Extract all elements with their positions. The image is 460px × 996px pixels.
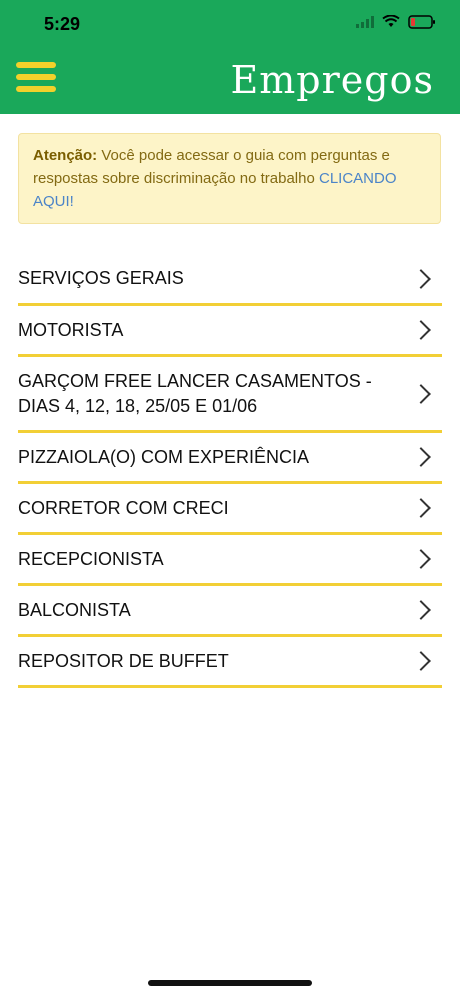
alert-bold-label: Atenção:	[33, 147, 98, 164]
hamburger-menu-icon[interactable]	[16, 62, 56, 96]
job-label: GARÇOM FREE LANCER CASAMENTOS - DIAS 4, …	[18, 370, 372, 416]
job-item[interactable]: REPOSITOR DE BUFFET	[18, 637, 442, 688]
job-label: MOTORISTA	[18, 319, 124, 340]
job-label: SERVIÇOS GERAIS	[18, 268, 184, 288]
status-icons	[356, 14, 436, 34]
wifi-icon	[382, 14, 400, 33]
chevron-right-icon	[411, 268, 431, 289]
job-label: CORRETOR COM CRECI	[18, 497, 229, 518]
chevron-right-icon	[411, 651, 431, 671]
chevron-right-icon	[411, 600, 431, 620]
discrimination-alert: Atenção: Você pode acessar o guia com pe…	[18, 133, 441, 224]
job-label: REPOSITOR DE BUFFET	[18, 650, 229, 671]
signal-icon	[356, 15, 374, 33]
status-time: 5:29	[44, 14, 81, 34]
job-item[interactable]: MOTORISTA	[18, 306, 442, 357]
chevron-right-icon	[411, 447, 431, 467]
chevron-right-icon	[411, 320, 431, 340]
job-item[interactable]: SERVIÇOS GERAIS	[18, 254, 442, 306]
page-title: Empregos	[230, 58, 434, 102]
job-item[interactable]: PIZZAIOLA(O) COM EXPERIÊNCIA	[18, 433, 442, 484]
chevron-right-icon	[411, 383, 431, 404]
jobs-list: SERVIÇOS GERAIS MOTORISTA GARÇOM FREE LA…	[18, 254, 442, 688]
app-header: Empregos	[0, 48, 460, 114]
job-label: PIZZAIOLA(O) COM EXPERIÊNCIA	[18, 446, 310, 467]
chevron-right-icon	[411, 498, 431, 518]
job-label: BALCONISTA	[18, 599, 131, 620]
chevron-right-icon	[411, 549, 431, 569]
job-label: RECEPCIONISTA	[18, 548, 164, 569]
battery-icon	[408, 14, 436, 34]
job-item[interactable]: GARÇOM FREE LANCER CASAMENTOS - DIAS 4, …	[18, 357, 442, 433]
home-indicator[interactable]	[148, 980, 312, 986]
status-bar: 5:29	[0, 0, 460, 48]
job-item[interactable]: RECEPCIONISTA	[18, 535, 442, 586]
job-item[interactable]: CORRETOR COM CRECI	[18, 484, 442, 535]
job-item[interactable]: BALCONISTA	[18, 586, 442, 637]
